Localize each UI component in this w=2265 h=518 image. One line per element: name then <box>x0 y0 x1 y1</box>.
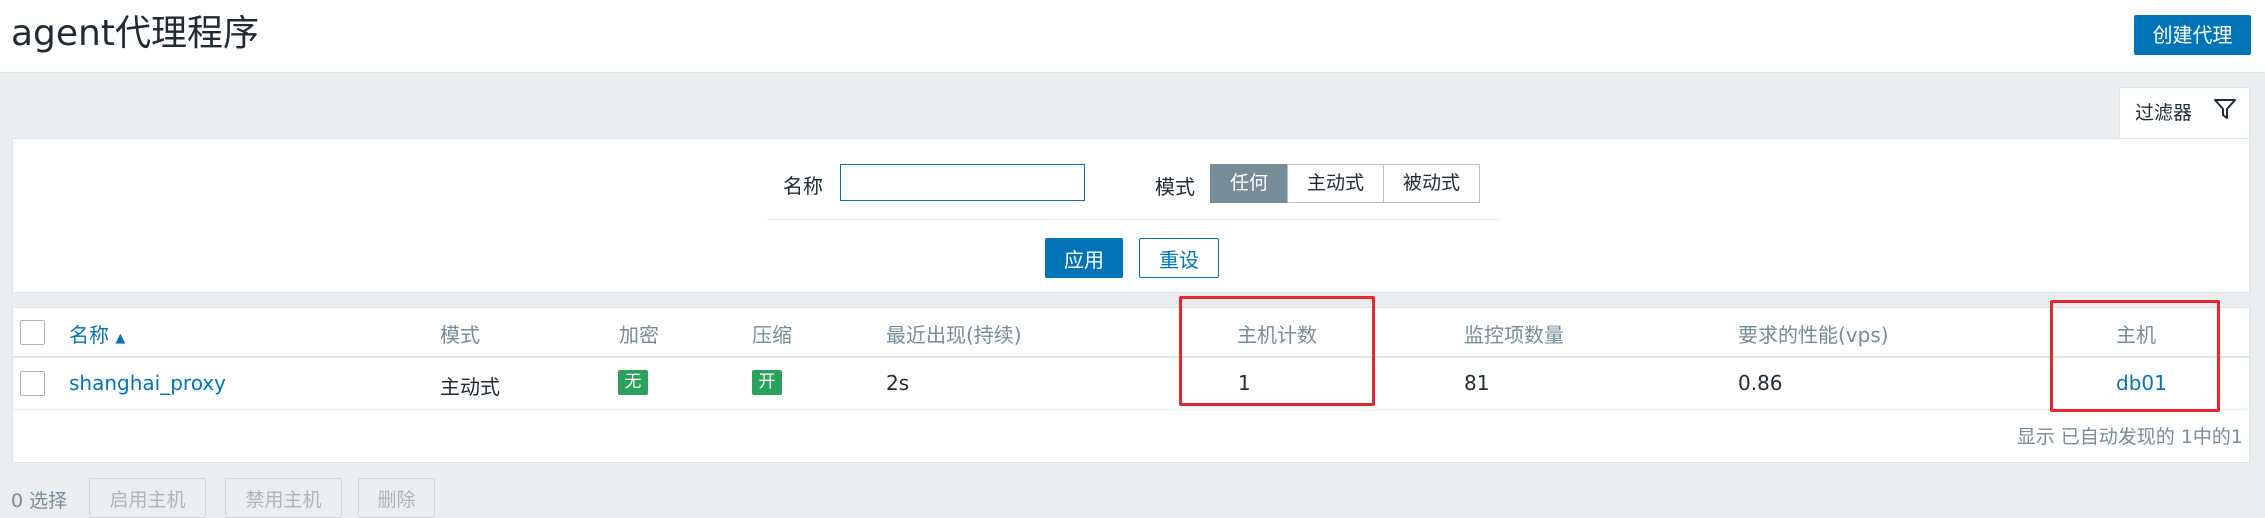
column-header-name[interactable]: 名称 ▲ <box>69 319 125 348</box>
column-header-compression: 压缩 <box>752 323 792 347</box>
apply-button[interactable]: 应用 <box>1045 238 1123 278</box>
name-filter-label: 名称 <box>783 174 823 198</box>
proxy-table: 名称 ▲ 模式 加密 压缩 最近出现(持续) 主机计数 监控项数量 要求的性能(… <box>12 307 2250 463</box>
filter-tab-label: 过滤器 <box>2135 102 2193 124</box>
required-performance-value: 0.86 <box>1738 371 1783 395</box>
proxy-name-link[interactable]: shanghai_proxy <box>69 371 226 395</box>
page-header: agent代理程序 创建代理 <box>0 0 2265 73</box>
page-title: agent代理程序 <box>11 13 259 54</box>
column-header-item-count: 监控项数量 <box>1464 323 1564 347</box>
select-all-checkbox[interactable] <box>20 320 45 345</box>
sort-ascending-icon: ▲ <box>115 331 126 346</box>
annotation-box-hosts <box>2050 300 2220 412</box>
disable-hosts-button[interactable]: 禁用主机 <box>225 478 342 518</box>
filter-tab[interactable]: 过滤器 <box>2119 87 2250 139</box>
reset-button[interactable]: 重设 <box>1139 238 1219 278</box>
mode-option-passive[interactable]: 被动式 <box>1383 164 1480 203</box>
row-divider <box>13 409 2249 410</box>
row-checkbox[interactable] <box>20 371 45 396</box>
table-footer-summary: 显示 已自动发现的 1中的1 <box>2016 426 2243 448</box>
filter-panel: 名称 模式 任何 主动式 被动式 应用 重设 <box>12 138 2250 293</box>
column-header-encryption: 加密 <box>619 323 659 347</box>
annotation-box-host-count <box>1179 296 1375 406</box>
column-header-last-seen: 最近出现(持续) <box>886 323 1022 347</box>
last-seen-value: 2s <box>886 371 910 395</box>
item-count-value: 81 <box>1464 371 1490 395</box>
delete-button[interactable]: 删除 <box>358 478 435 518</box>
mode-option-any[interactable]: 任何 <box>1210 164 1288 203</box>
mode-option-active[interactable]: 主动式 <box>1287 164 1384 203</box>
enable-hosts-button[interactable]: 启用主机 <box>89 478 206 518</box>
selected-count: 0 选择 <box>11 490 68 512</box>
filter-icon <box>2214 98 2236 124</box>
compression-badge: 开 <box>752 370 782 395</box>
column-header-mode: 模式 <box>440 323 480 347</box>
encryption-badge: 无 <box>618 370 648 395</box>
column-header-required-performance: 要求的性能(vps) <box>1738 323 1889 347</box>
proxy-mode: 主动式 <box>440 375 500 399</box>
create-proxy-button[interactable]: 创建代理 <box>2134 15 2251 55</box>
table-header-divider <box>13 356 2249 358</box>
filter-divider <box>767 219 1501 220</box>
column-header-name-label: 名称 <box>69 323 109 347</box>
name-filter-input[interactable] <box>840 164 1085 201</box>
mode-filter-label: 模式 <box>1155 175 1195 199</box>
